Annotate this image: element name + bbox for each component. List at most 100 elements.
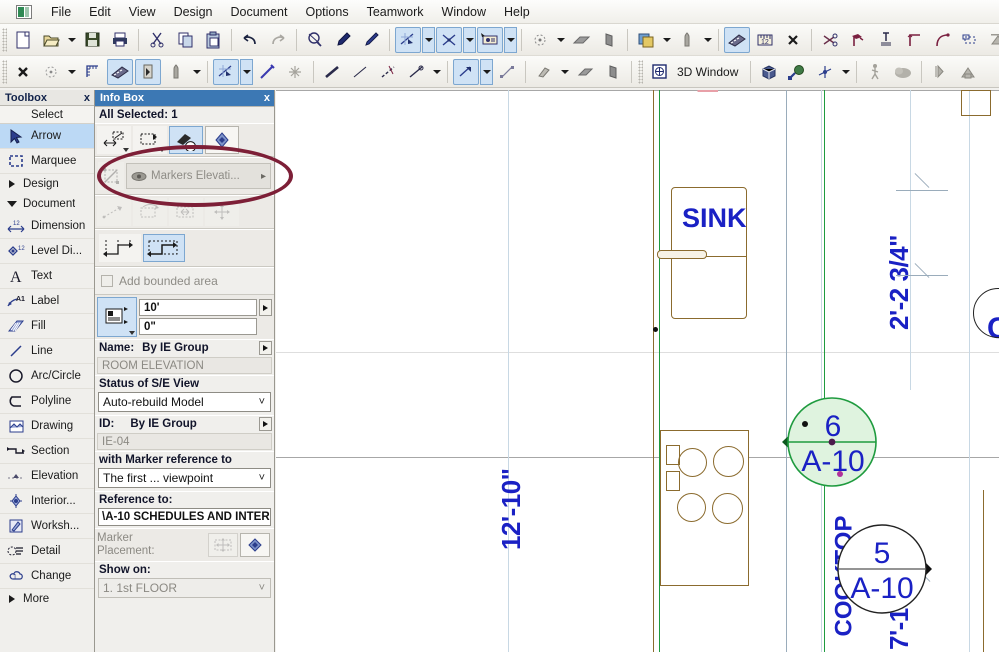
wall-slab-icon[interactable] [596, 27, 622, 53]
paste-clipboard-icon[interactable] [200, 27, 226, 53]
triangle-right-icon[interactable] [129, 331, 135, 335]
grid-snap-icon[interactable] [527, 27, 553, 53]
toolbox-item-change[interactable]: 1Change [0, 564, 94, 589]
grid-snap-dropdown[interactable] [65, 59, 78, 85]
triangle-right-icon[interactable] [159, 148, 165, 152]
cut-scissors-icon[interactable] [144, 27, 170, 53]
snap-guide-dropdown[interactable] [240, 59, 253, 85]
close-x-icon[interactable]: x [84, 92, 90, 104]
toolbar-grip[interactable] [2, 60, 7, 84]
intersect-dropdown[interactable] [463, 27, 476, 53]
perspective-camera-icon[interactable] [784, 59, 810, 85]
elevation-depth-icon[interactable] [97, 297, 137, 337]
home-view-icon[interactable] [955, 59, 981, 85]
toolbox-item-worksh[interactable]: Worksh... [0, 514, 94, 539]
curve-edit-icon[interactable] [929, 27, 955, 53]
shade-right-icon[interactable] [600, 59, 626, 85]
diagonal-dots-icon[interactable] [97, 198, 131, 226]
roof-home-icon[interactable] [985, 27, 999, 53]
toolbox-item-dimension[interactable]: 12Dimension [0, 214, 94, 239]
toolbox-item-line[interactable]: Line [0, 339, 94, 364]
elevation-marker-6[interactable]: 6 A-10 [768, 390, 888, 495]
chevron-down-icon[interactable]: ˅ [259, 396, 270, 408]
pen-dropdown[interactable] [190, 59, 203, 85]
add-bounded-area-checkbox[interactable]: Add bounded area [95, 267, 274, 295]
limited-line-icon[interactable] [143, 234, 185, 262]
toolbox-item-text[interactable]: AText [0, 264, 94, 289]
status-select[interactable]: Auto-rebuild Model ˅ [98, 392, 271, 412]
redo-arrow-icon[interactable] [265, 27, 291, 53]
close-x-icon[interactable] [10, 59, 36, 85]
snap-guide-icon[interactable] [395, 27, 421, 53]
placement-spread-icon[interactable] [208, 533, 238, 557]
grid-snap-dropdown[interactable] [554, 27, 567, 53]
toolbox-item-level-di[interactable]: 12Level Di... [0, 239, 94, 264]
toolbox-item-arrow[interactable]: Arrow [0, 124, 94, 149]
toolbox-item-elevation[interactable]: Elevation [0, 464, 94, 489]
ruler-grid-icon[interactable] [79, 59, 105, 85]
toolbox-item-document[interactable]: Document [0, 194, 94, 214]
toolbox-item-polyline[interactable]: Polyline [0, 389, 94, 414]
menu-item-document[interactable]: Document [222, 2, 297, 22]
open-folder-icon[interactable] [38, 27, 64, 53]
eyedropper-icon[interactable] [330, 27, 356, 53]
pen-weight-icon[interactable] [674, 27, 700, 53]
rotate-copy-icon[interactable] [133, 198, 167, 226]
menu-item-options[interactable]: Options [296, 2, 357, 22]
view-dropdown[interactable] [839, 59, 852, 85]
menu-item-file[interactable]: File [42, 2, 80, 22]
trim-scissors-icon[interactable] [817, 27, 843, 53]
menu-item-teamwork[interactable]: Teamwork [358, 2, 433, 22]
line-style-icon[interactable] [403, 59, 429, 85]
close-x-icon[interactable]: x [264, 92, 270, 104]
pen-weight-icon[interactable] [163, 59, 189, 85]
toolbox-item-arc-circle[interactable]: Arc/Circle [0, 364, 94, 389]
measure-tool-icon[interactable] [724, 27, 750, 53]
menu-item-edit[interactable]: Edit [80, 2, 120, 22]
id-dropdown-button[interactable] [259, 417, 272, 431]
layer-name-field[interactable]: Markers Elevati... ▸ [126, 163, 271, 189]
placement-diamond-icon[interactable] [240, 533, 270, 557]
menu-item-view[interactable]: View [120, 2, 165, 22]
zoom-selection-icon[interactable] [302, 27, 328, 53]
element-info-dropdown[interactable] [504, 27, 517, 53]
syringe-inject-icon[interactable] [358, 27, 384, 53]
fill-pattern-icon[interactable] [531, 59, 557, 85]
move-all-icon[interactable] [205, 198, 239, 226]
name-dropdown-button[interactable] [259, 341, 272, 355]
toolbox-item-drawing[interactable]: Drawing [0, 414, 94, 439]
settings-diamond-icon[interactable] [205, 126, 239, 154]
elevation-marker-5[interactable]: 5 A-10 [824, 515, 949, 625]
plane-shade-icon[interactable] [568, 27, 594, 53]
show-on-select[interactable]: 1. 1st FLOOR ˅ [98, 578, 271, 598]
wall-side-icon[interactable] [135, 59, 161, 85]
line-dash-icon[interactable] [375, 59, 401, 85]
marquee-method-icon[interactable] [133, 126, 167, 154]
geometry-method-icon[interactable] [97, 126, 131, 154]
depth-primary-stepper[interactable] [259, 299, 272, 316]
cloud-render-icon[interactable] [890, 59, 916, 85]
element-info-icon[interactable] [477, 27, 503, 53]
mirror-copy-icon[interactable] [169, 198, 203, 226]
checkbox-box[interactable] [101, 275, 113, 287]
dimension-ruler-icon[interactable]: 12 [752, 27, 778, 53]
marker-reference-select[interactable]: The first ... viewpoint ˅ [98, 468, 271, 488]
axonometric-cube-icon[interactable] [756, 59, 782, 85]
depth-value-secondary[interactable]: 0" [139, 318, 257, 335]
arrow-marker-dropdown[interactable] [480, 59, 493, 85]
print-icon[interactable] [107, 27, 133, 53]
node-edit-icon[interactable] [494, 59, 520, 85]
copy-icon[interactable] [172, 27, 198, 53]
split-hammer-icon[interactable] [845, 27, 871, 53]
shade-left-icon[interactable] [572, 59, 598, 85]
unlimited-line-icon[interactable] [99, 234, 141, 262]
toolbar-grip[interactable] [2, 28, 7, 52]
snap-guide-icon[interactable] [213, 59, 239, 85]
new-document-icon[interactable] [10, 27, 36, 53]
toolbox-item-section[interactable]: Section [0, 439, 94, 464]
drawing-canvas[interactable]: SINK 12'-10" 2'-2 3/4" 7'-10" COOKTOP [276, 90, 999, 652]
undo-arrow-icon[interactable] [237, 27, 263, 53]
triangle-right-icon[interactable]: ▸ [261, 171, 270, 182]
chevron-down-icon[interactable]: ˅ [259, 472, 270, 484]
corner-extend-icon[interactable] [901, 27, 927, 53]
